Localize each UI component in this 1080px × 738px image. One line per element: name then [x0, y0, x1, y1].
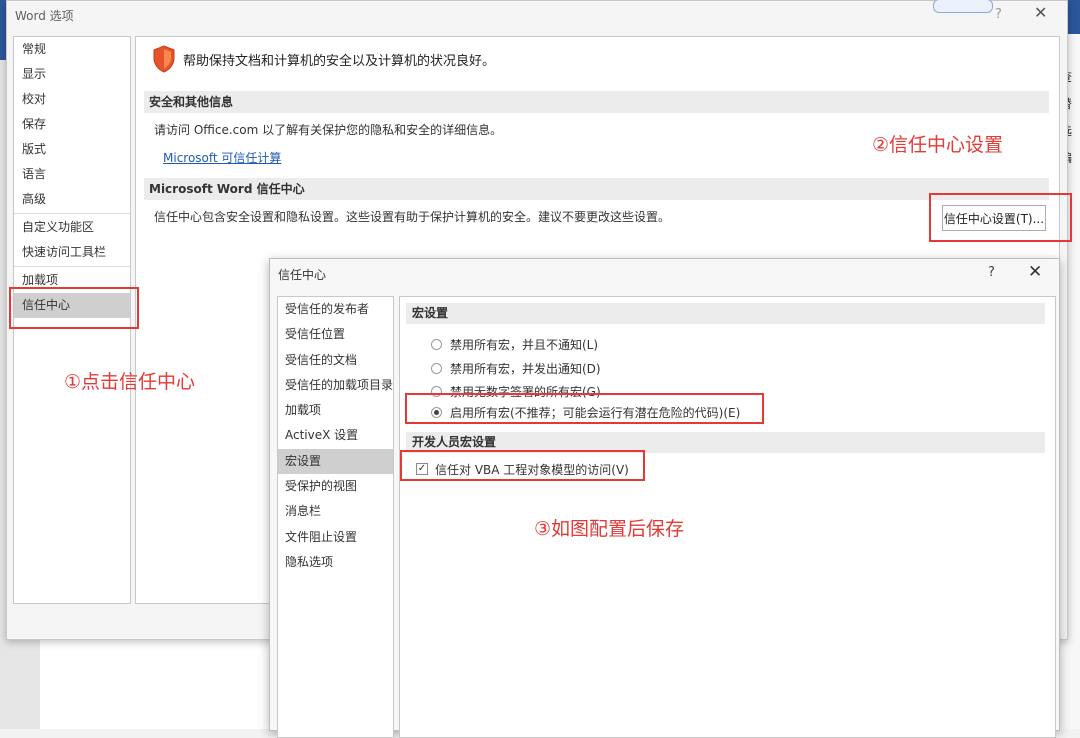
annotation-step-3: ③如图配置后保存	[534, 518, 685, 540]
radio-label: 禁用所有宏，并发出通知(D)	[450, 361, 601, 376]
help-button[interactable]: ?	[988, 265, 995, 280]
highlight-trust-center-nav	[9, 287, 139, 329]
intro-text: 帮助保持文档和计算机的安全以及计算机的状况良好。	[183, 54, 496, 69]
highlight-vba-checkbox	[400, 450, 645, 481]
nav-item-activex[interactable]: ActiveX 设置	[278, 423, 393, 448]
trust-center-dialog: 信任中心 ? ✕ 受信任的发布者 受信任位置 受信任的文档 受信任的加载项目录 …	[269, 258, 1060, 738]
nav-item-general[interactable]: 常规	[14, 37, 130, 62]
macro-settings-panel: 宏设置 禁用所有宏，并且不通知(L) 禁用所有宏，并发出通知(D) 禁用无数字签…	[399, 296, 1056, 738]
annotation-step-1: ①点击信任中心	[64, 371, 196, 393]
nav-item-save[interactable]: 保存	[14, 112, 130, 137]
nav-item-privacy[interactable]: 隐私选项	[278, 550, 393, 575]
nav-item-addins[interactable]: 加载项	[278, 398, 393, 423]
radio-label: 禁用所有宏，并且不通知(L)	[450, 337, 599, 352]
nav-item-trusted-addin-catalogs[interactable]: 受信任的加载项目录	[278, 373, 393, 398]
shield-icon	[153, 45, 175, 73]
nav-item-file-block[interactable]: 文件阻止设置	[278, 525, 393, 550]
nav-item-advanced[interactable]: 高级	[14, 187, 130, 212]
close-button[interactable]: ✕	[1028, 262, 1042, 282]
nav-item-trusted-locations[interactable]: 受信任位置	[278, 322, 393, 347]
office-info-text: 请访问 Office.com 以了解有关保护您的隐私和安全的详细信息。	[154, 123, 503, 137]
nav-item-display[interactable]: 显示	[14, 62, 130, 87]
section-macro-settings: 宏设置	[406, 303, 1045, 324]
nav-item-quick-access[interactable]: 快速访问工具栏	[14, 240, 130, 265]
nav-item-trusted-publishers[interactable]: 受信任的发布者	[278, 297, 393, 322]
account-pill[interactable]	[933, 0, 993, 13]
nav-item-language[interactable]: 语言	[14, 162, 130, 187]
highlight-trust-center-button	[929, 193, 1072, 242]
radio-button[interactable]	[431, 338, 442, 350]
nav-item-proofing[interactable]: 校对	[14, 87, 130, 112]
help-button[interactable]: ?	[995, 7, 1002, 22]
trust-center-nav: 受信任的发布者 受信任位置 受信任的文档 受信任的加载项目录 加载项 Activ…	[277, 296, 394, 738]
annotation-step-2: ②信任中心设置	[872, 134, 1004, 156]
nav-item-macro-settings[interactable]: 宏设置	[278, 448, 393, 475]
nav-divider	[14, 213, 130, 214]
nav-item-message-bar[interactable]: 消息栏	[278, 499, 393, 524]
trust-center-description: 信任中心包含安全设置和隐私设置。这些设置有助于保护计算机的安全。建议不要更改这些…	[154, 210, 671, 224]
nav-item-trusted-documents[interactable]: 受信任的文档	[278, 348, 393, 373]
macro-option-disable-notify[interactable]: 禁用所有宏，并发出通知(D)	[431, 358, 601, 378]
section-security-info: 安全和其他信息	[144, 91, 1049, 113]
nav-item-protected-view[interactable]: 受保护的视图	[278, 474, 393, 499]
dialog-title: Word 选项	[15, 9, 74, 23]
nav-item-layout[interactable]: 版式	[14, 137, 130, 162]
highlight-enable-all-macros	[405, 393, 764, 424]
trustworthy-computing-link[interactable]: Microsoft 可信任计算	[163, 149, 281, 166]
radio-button[interactable]	[431, 362, 442, 374]
dialog-title: 信任中心	[278, 268, 327, 282]
close-button[interactable]: ✕	[1034, 3, 1047, 22]
macro-option-disable-no-notify[interactable]: 禁用所有宏，并且不通知(L)	[431, 334, 598, 354]
nav-item-customize-ribbon[interactable]: 自定义功能区	[14, 215, 130, 240]
nav-divider	[14, 266, 130, 267]
section-trust-center: Microsoft Word 信任中心	[144, 178, 1049, 200]
